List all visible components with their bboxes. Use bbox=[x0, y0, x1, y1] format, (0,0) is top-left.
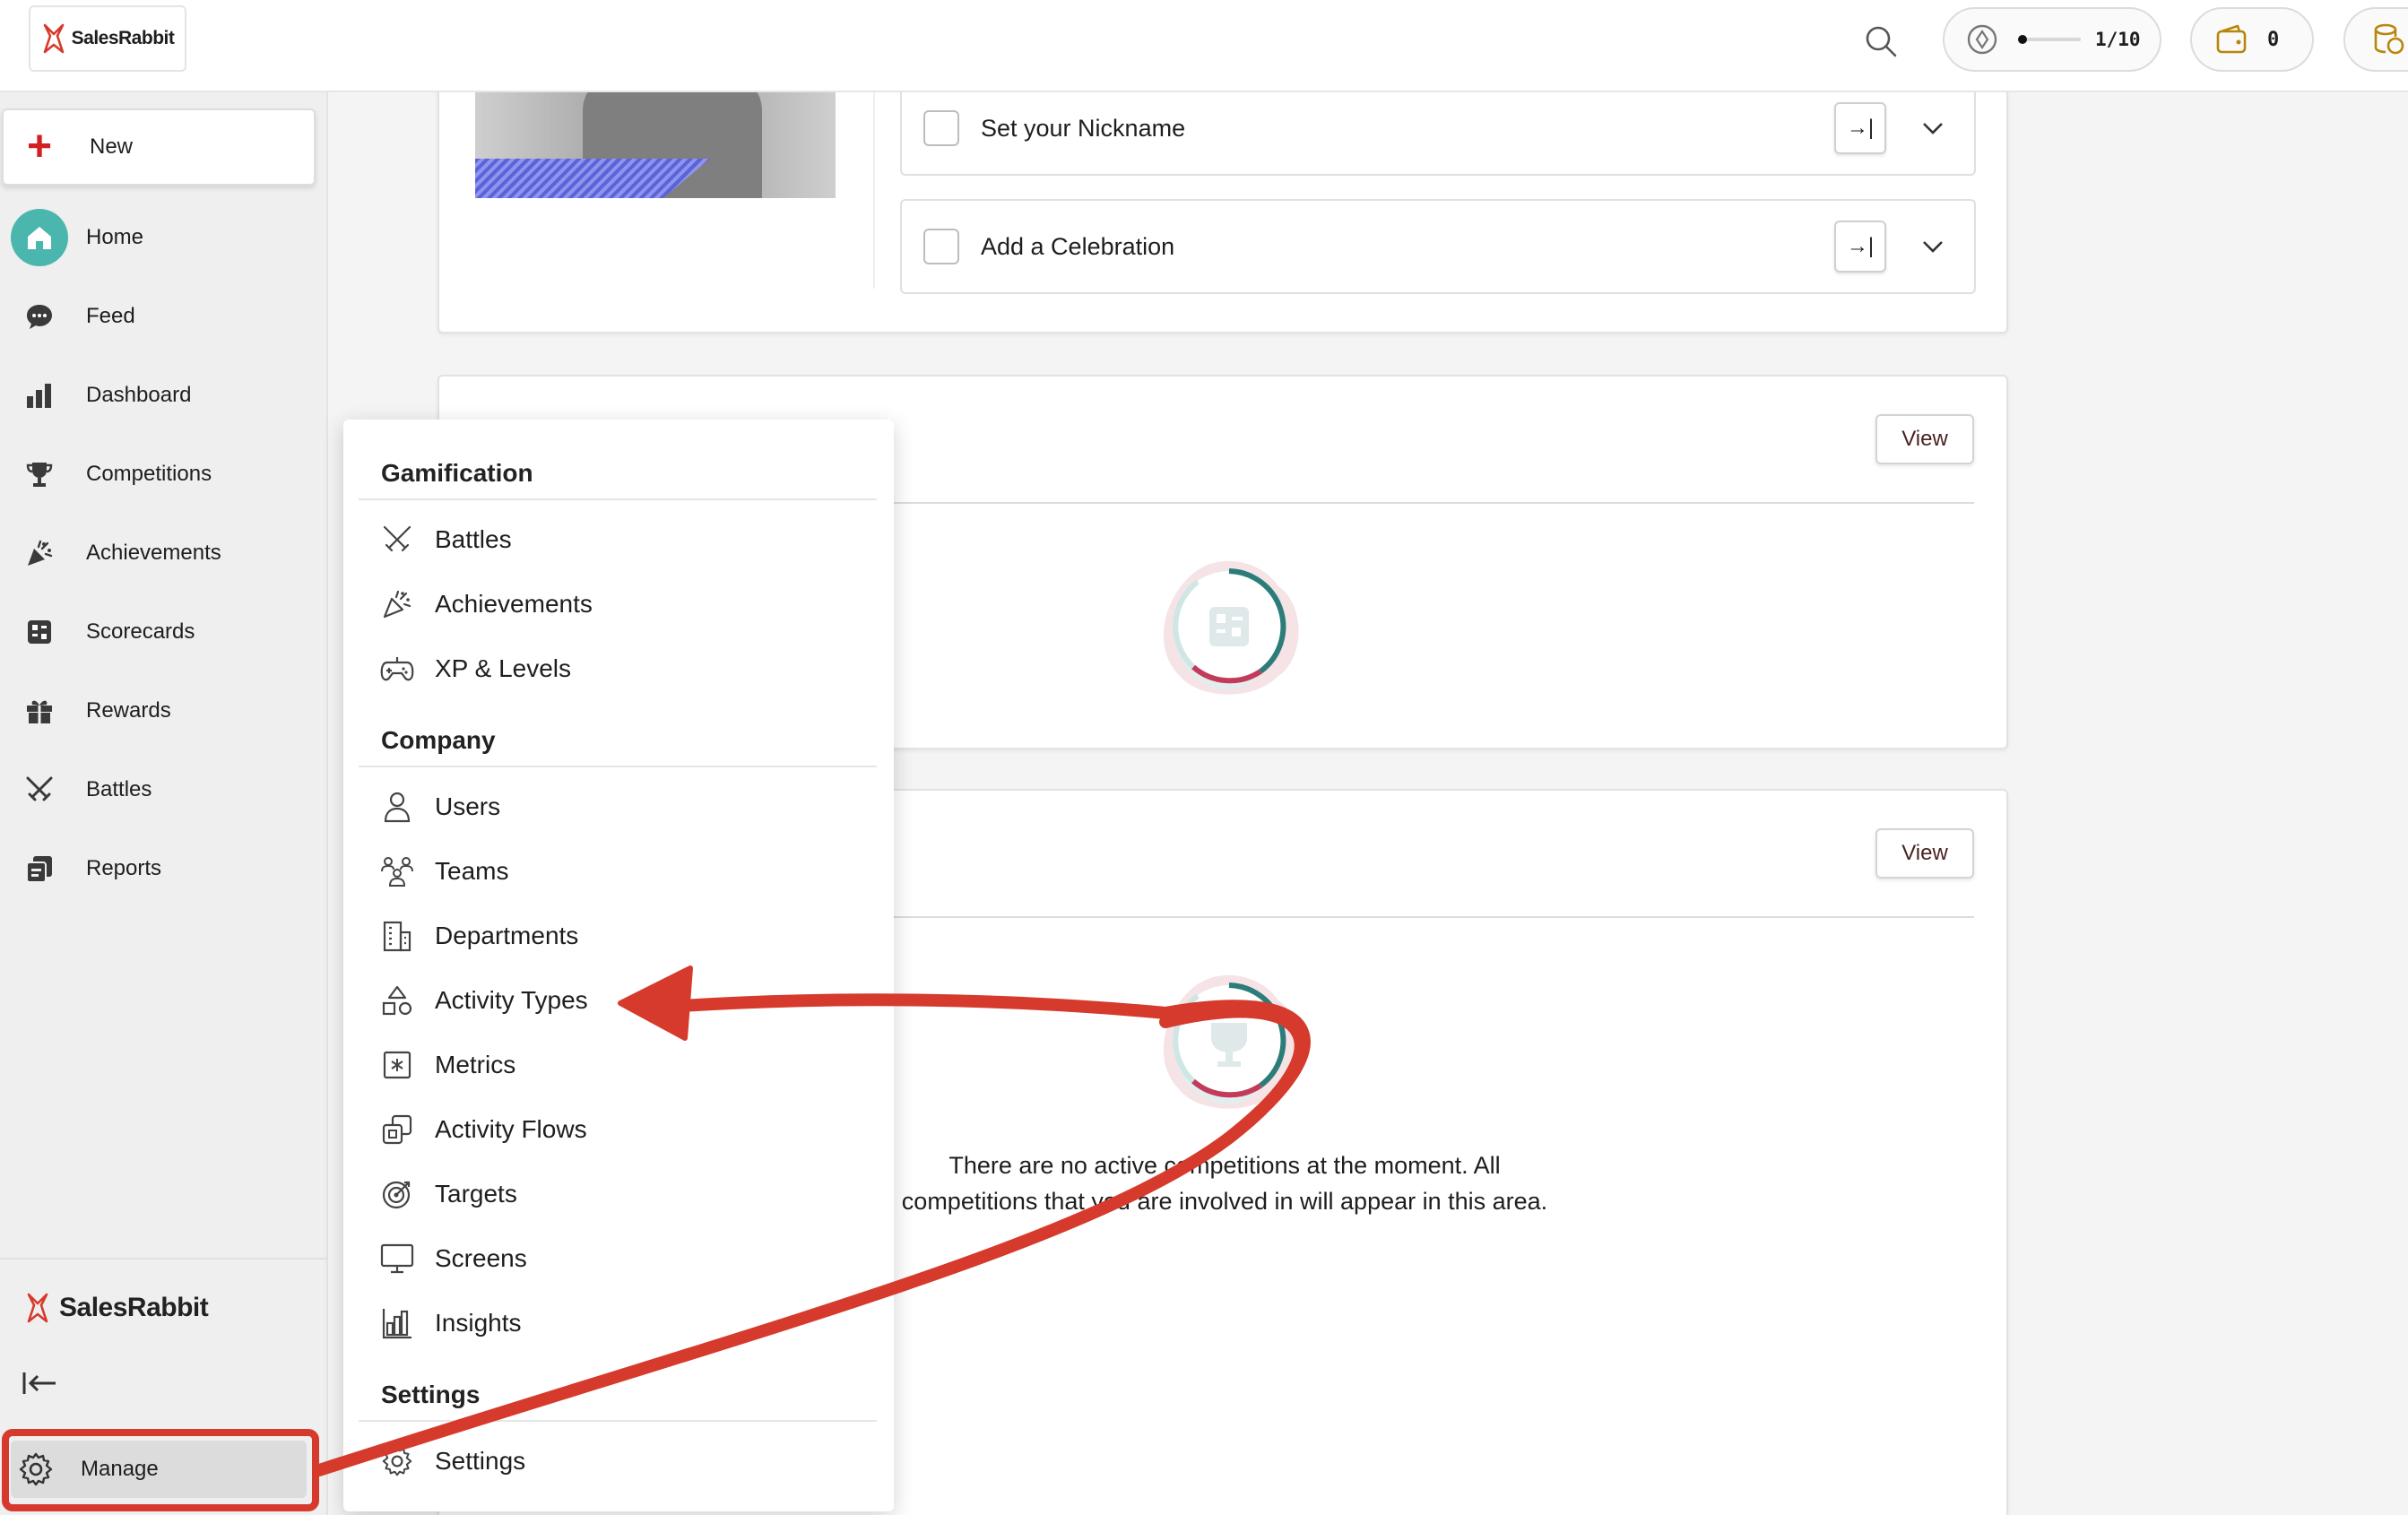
empty-scorecard-illustration bbox=[1163, 560, 1299, 695]
menu-section-gamification: Gamification bbox=[381, 459, 533, 487]
sidebar-item-rewards[interactable]: Rewards bbox=[11, 682, 316, 740]
monitor-icon bbox=[377, 1239, 417, 1278]
menu-item-screens[interactable]: Screens bbox=[377, 1232, 862, 1286]
brand-name: SalesRabbit bbox=[71, 28, 175, 48]
task-checkbox[interactable] bbox=[923, 229, 959, 264]
sidebar-item-dashboard[interactable]: Dashboard bbox=[11, 367, 316, 424]
game-controller-icon bbox=[377, 649, 417, 688]
sidebar-item-label: Rewards bbox=[86, 698, 171, 723]
coins-pill[interactable] bbox=[2343, 7, 2408, 72]
party-popper-icon bbox=[11, 524, 68, 582]
target-icon bbox=[377, 1174, 417, 1214]
sidebar-item-label: Scorecards bbox=[86, 619, 195, 644]
chevron-down-icon[interactable] bbox=[1915, 110, 1951, 146]
activity-flow-icon bbox=[377, 1110, 417, 1149]
xp-progress-fill bbox=[2018, 35, 2027, 44]
view-button[interactable]: View bbox=[1875, 414, 1974, 464]
task-add-celebration[interactable]: Add a Celebration →| bbox=[900, 199, 1976, 294]
menu-item-metrics[interactable]: Metrics bbox=[377, 1038, 862, 1092]
gear-icon bbox=[377, 1441, 417, 1481]
manage-dropdown-menu: Gamification Battles Achievements XP & L… bbox=[343, 420, 894, 1511]
home-icon bbox=[11, 209, 68, 266]
menu-item-xp-levels[interactable]: XP & Levels bbox=[377, 642, 862, 696]
reports-icon bbox=[11, 840, 68, 897]
sidebar-item-label: Battles bbox=[86, 777, 152, 801]
menu-item-teams[interactable]: Teams bbox=[377, 844, 862, 898]
menu-section-company: Company bbox=[381, 726, 496, 754]
sidebar-brand: SalesRabbit bbox=[25, 1292, 209, 1324]
wallet-icon bbox=[2216, 24, 2247, 54]
rabbit-logo-icon bbox=[27, 1293, 48, 1323]
xp-progress-pill[interactable]: 1/10 bbox=[1943, 7, 2161, 72]
collapse-sidebar-icon[interactable] bbox=[20, 1364, 59, 1403]
sidebar-item-label: Feed bbox=[86, 304, 135, 328]
party-popper-icon bbox=[377, 584, 417, 624]
search-icon bbox=[1866, 26, 1897, 57]
view-button[interactable]: View bbox=[1875, 828, 1974, 879]
brand-logo[interactable]: SalesRabbit bbox=[29, 5, 186, 72]
menu-item-battles[interactable]: Battles bbox=[377, 513, 862, 567]
sidebar-item-feed[interactable]: Feed bbox=[11, 288, 316, 345]
menu-item-departments[interactable]: Departments bbox=[377, 909, 862, 963]
task-label: Add a Celebration bbox=[981, 232, 1175, 260]
menu-section-settings: Settings bbox=[381, 1381, 481, 1408]
skip-to-end-icon[interactable]: →| bbox=[1834, 221, 1886, 273]
menu-item-users[interactable]: Users bbox=[377, 780, 862, 834]
empty-competitions-illustration bbox=[1163, 974, 1299, 1109]
metrics-icon bbox=[377, 1045, 417, 1085]
search-button[interactable] bbox=[1856, 16, 1906, 66]
menu-item-activity-types[interactable]: Activity Types bbox=[377, 974, 862, 1027]
coins-icon bbox=[2374, 23, 2404, 55]
sidebar-item-home[interactable]: Home bbox=[11, 209, 316, 266]
sidebar-item-scorecards[interactable]: Scorecards bbox=[11, 603, 316, 661]
menu-item-targets[interactable]: Targets bbox=[377, 1167, 862, 1221]
xp-badge-icon bbox=[1967, 24, 1997, 55]
task-set-nickname[interactable]: Set your Nickname →| bbox=[900, 81, 1976, 176]
sidebar: + New Home Feed Dashboard Competitions A… bbox=[0, 92, 328, 1515]
xp-count: 1/10 bbox=[2095, 29, 2141, 50]
trophy-icon bbox=[11, 446, 68, 503]
building-icon bbox=[377, 916, 417, 956]
sidebar-item-reports[interactable]: Reports bbox=[11, 840, 316, 897]
insights-chart-icon bbox=[377, 1303, 417, 1343]
sidebar-brand-name: SalesRabbit bbox=[59, 1293, 209, 1322]
gift-icon bbox=[11, 682, 68, 740]
new-button[interactable]: + New bbox=[2, 108, 316, 186]
profile-photo bbox=[475, 92, 836, 198]
chevron-down-icon[interactable] bbox=[1915, 229, 1951, 264]
annotation-highlight-box bbox=[2, 1429, 319, 1511]
menu-item-settings[interactable]: Settings bbox=[377, 1434, 862, 1488]
menu-item-activity-flows[interactable]: Activity Flows bbox=[377, 1103, 862, 1156]
new-button-label: New bbox=[90, 134, 134, 159]
onboarding-card: Set your Nickname →| Add a Celebration →… bbox=[437, 81, 2008, 333]
menu-item-insights[interactable]: Insights bbox=[377, 1296, 862, 1350]
sidebar-item-competitions[interactable]: Competitions bbox=[11, 446, 316, 503]
xp-progress-track bbox=[2018, 35, 2081, 44]
crossed-swords-icon bbox=[11, 761, 68, 818]
menu-item-achievements[interactable]: Achievements bbox=[377, 577, 862, 631]
crossed-swords-icon bbox=[377, 520, 417, 559]
wallet-count: 0 bbox=[2267, 28, 2280, 51]
user-icon bbox=[377, 787, 417, 827]
sidebar-item-label: Dashboard bbox=[86, 383, 192, 407]
wallet-pill[interactable]: 0 bbox=[2190, 7, 2314, 72]
sidebar-item-label: Competitions bbox=[86, 462, 212, 486]
bar-chart-icon bbox=[11, 367, 68, 424]
sidebar-item-label: Achievements bbox=[86, 541, 221, 565]
task-checkbox[interactable] bbox=[923, 110, 959, 146]
team-icon bbox=[377, 852, 417, 891]
sidebar-divider bbox=[0, 1258, 328, 1260]
sidebar-item-label: Home bbox=[86, 225, 144, 249]
task-label: Set your Nickname bbox=[981, 114, 1186, 142]
sidebar-item-battles[interactable]: Battles bbox=[11, 761, 316, 818]
sidebar-item-achievements[interactable]: Achievements bbox=[11, 524, 316, 582]
skip-to-end-icon[interactable]: →| bbox=[1834, 102, 1886, 154]
chat-bubble-icon bbox=[11, 288, 68, 345]
shapes-icon bbox=[377, 981, 417, 1020]
rabbit-logo-icon bbox=[43, 23, 64, 54]
sidebar-item-label: Reports bbox=[86, 856, 162, 880]
top-bar: SalesRabbit 1/10 0 bbox=[0, 0, 2408, 92]
scorecard-icon bbox=[11, 603, 68, 661]
plus-icon: + bbox=[27, 123, 53, 170]
